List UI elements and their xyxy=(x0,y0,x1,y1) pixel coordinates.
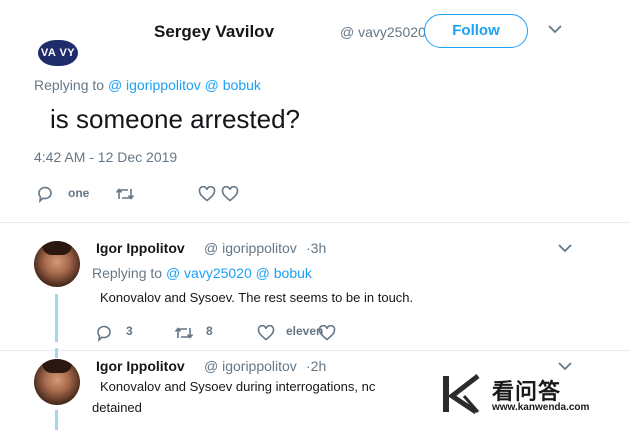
heart-icon xyxy=(318,325,336,341)
chevron-down-icon[interactable] xyxy=(558,361,572,371)
thread-line xyxy=(55,348,58,358)
like-icon[interactable] xyxy=(198,186,216,202)
display-name[interactable]: Igor Ippolitov xyxy=(96,358,185,374)
tweet-text: detained xyxy=(92,400,142,415)
mention-link[interactable]: @ bobuk xyxy=(256,265,312,281)
replying-to-label: Replying to xyxy=(92,265,163,281)
mention-link[interactable]: @ igorippolitov xyxy=(108,77,201,93)
reply-count: 3 xyxy=(126,324,133,338)
tweet-text: Konovalov and Sysoev during interrogatio… xyxy=(100,379,376,394)
heart-icon xyxy=(221,186,239,202)
display-name[interactable]: Sergey Vavilov xyxy=(154,22,274,42)
replying-to-label: Replying to xyxy=(34,77,105,93)
retweet-count: 8 xyxy=(206,324,213,338)
user-handle[interactable]: @ igorippolitov xyxy=(204,240,297,256)
thread-line xyxy=(55,294,58,342)
mention-link[interactable]: @ bobuk xyxy=(205,77,261,93)
mention-link[interactable]: @ vavy25020 xyxy=(166,265,252,281)
avatar[interactable] xyxy=(34,359,80,405)
tweet-time[interactable]: ·3h xyxy=(306,240,326,256)
user-handle[interactable]: @ igorippolitov xyxy=(204,358,297,374)
logo-icon xyxy=(442,374,484,414)
tweet-timestamp[interactable]: 4:42 AM - 12 Dec 2019 xyxy=(34,149,177,165)
chevron-down-icon[interactable] xyxy=(548,24,562,34)
follow-button[interactable]: Follow xyxy=(424,14,528,48)
divider xyxy=(0,350,630,351)
chevron-down-icon[interactable] xyxy=(558,243,572,253)
reply-count: one xyxy=(68,186,90,200)
divider xyxy=(0,222,630,223)
display-name[interactable]: Igor Ippolitov xyxy=(96,240,185,256)
replying-to: Replying to @ igorippolitov @ bobuk xyxy=(34,77,261,93)
watermark: 看问答 www.kanwenda.com xyxy=(440,372,610,416)
replying-to: Replying to @ vavy25020 @ bobuk xyxy=(92,265,312,281)
tweet-time[interactable]: ·2h xyxy=(306,358,326,374)
retweet-icon[interactable] xyxy=(174,325,194,341)
avatar[interactable]: VA VY xyxy=(38,40,78,66)
reply-icon[interactable] xyxy=(95,324,113,342)
watermark-url: www.kanwenda.com xyxy=(492,402,590,413)
avatar[interactable] xyxy=(34,241,80,287)
like-icon[interactable] xyxy=(257,325,275,341)
reply-icon[interactable] xyxy=(36,185,54,203)
thread-line xyxy=(55,410,58,430)
tweet-text: Konovalov and Sysoev. The rest seems to … xyxy=(100,290,414,305)
user-handle[interactable]: @ vavy25020 xyxy=(340,24,426,40)
retweet-icon[interactable] xyxy=(115,186,135,202)
tweet-text: is someone arrested? xyxy=(50,104,301,134)
